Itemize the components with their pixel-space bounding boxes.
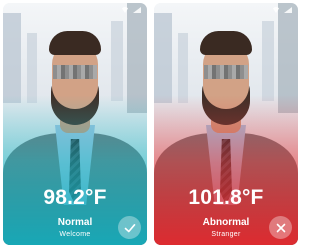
signal-icon — [284, 7, 292, 13]
temperature-reading: 101.8°F — [188, 186, 264, 209]
check-icon — [124, 223, 135, 232]
wifi-icon — [121, 7, 129, 13]
temperature-reading: 98.2°F — [43, 186, 107, 209]
face-censor-bar — [204, 65, 248, 79]
scan-result-screen-normal: 98.2°F Normal Welcome — [3, 3, 147, 245]
face-censor-bar — [53, 65, 97, 79]
signal-icon — [133, 7, 141, 13]
result-badge — [269, 216, 292, 239]
wifi-icon — [272, 7, 280, 13]
scan-result-screen-abnormal: 101.8°F Abnormal Stranger — [154, 3, 298, 245]
close-icon — [276, 223, 285, 232]
result-badge — [118, 216, 141, 239]
